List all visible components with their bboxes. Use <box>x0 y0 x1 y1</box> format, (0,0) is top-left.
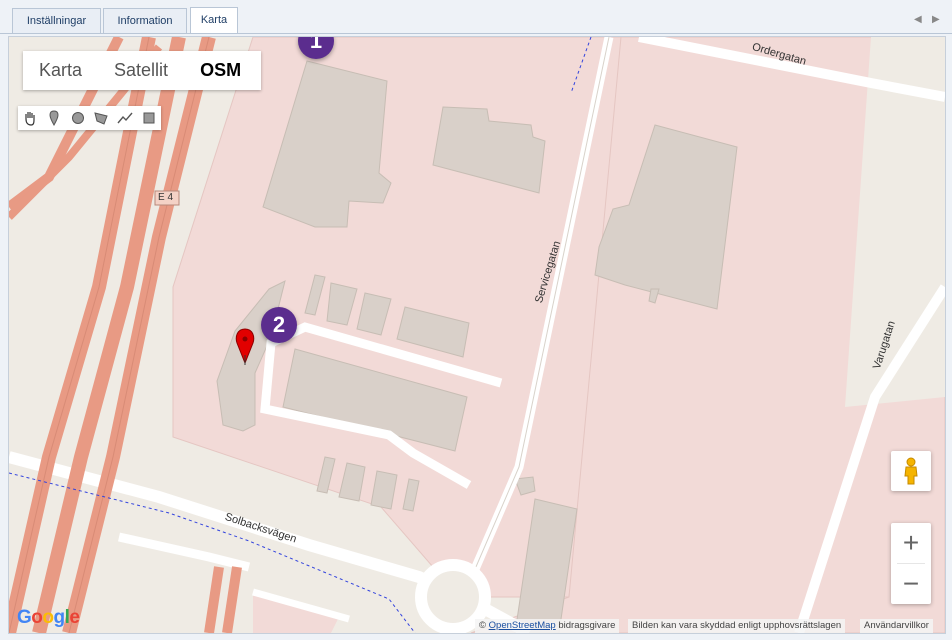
map-canvas[interactable]: Ordergatan Servicegatan Varugatan Solbac… <box>8 36 946 634</box>
tab-scroll-left-icon[interactable]: ◀ <box>914 14 922 25</box>
circle-icon[interactable] <box>66 106 90 130</box>
zoom-control: + − <box>891 523 931 604</box>
tab-scroll-right-icon[interactable]: ▶ <box>932 14 940 25</box>
google-logo: Google <box>17 607 80 628</box>
contributors-text: bidragsgivare <box>558 620 616 631</box>
copyright-symbol: © <box>479 620 486 631</box>
map-type-karta[interactable]: Karta <box>23 60 98 81</box>
map-type-osm[interactable]: OSM <box>184 60 257 81</box>
map-type-satellit[interactable]: Satellit <box>98 60 184 81</box>
callout-badge-2: 2 <box>261 307 297 343</box>
zoom-out-button[interactable]: − <box>891 564 931 604</box>
hand-icon[interactable] <box>18 106 42 130</box>
pegman-icon <box>904 457 918 485</box>
polyline-icon[interactable] <box>113 106 137 130</box>
drawing-toolbar <box>18 106 161 130</box>
rectangle-icon[interactable] <box>137 106 161 130</box>
marker-icon[interactable] <box>42 106 66 130</box>
zoom-in-button[interactable]: + <box>891 523 931 563</box>
tab-karta[interactable]: Karta <box>190 7 238 34</box>
tab-divider <box>0 33 952 34</box>
map-type-selector: Karta Satellit OSM <box>23 51 261 90</box>
osm-link[interactable]: OpenStreetMap <box>489 620 556 631</box>
tab-installningar[interactable]: Inställningar <box>12 8 101 33</box>
road-label-e4: E 4 <box>158 192 174 203</box>
osm-attribution: © OpenStreetMap bidragsgivare <box>475 619 620 633</box>
tab-information[interactable]: Information <box>103 8 187 33</box>
copyright-notice: Bilden kan vara skyddad enligt upphovsrä… <box>628 619 846 633</box>
tab-bar: Inställningar Information Karta ◀ ▶ <box>0 0 952 34</box>
terms-link[interactable]: Användarvillkor <box>860 619 933 633</box>
street-view-button[interactable] <box>891 451 931 491</box>
polygon-icon[interactable] <box>89 106 113 130</box>
